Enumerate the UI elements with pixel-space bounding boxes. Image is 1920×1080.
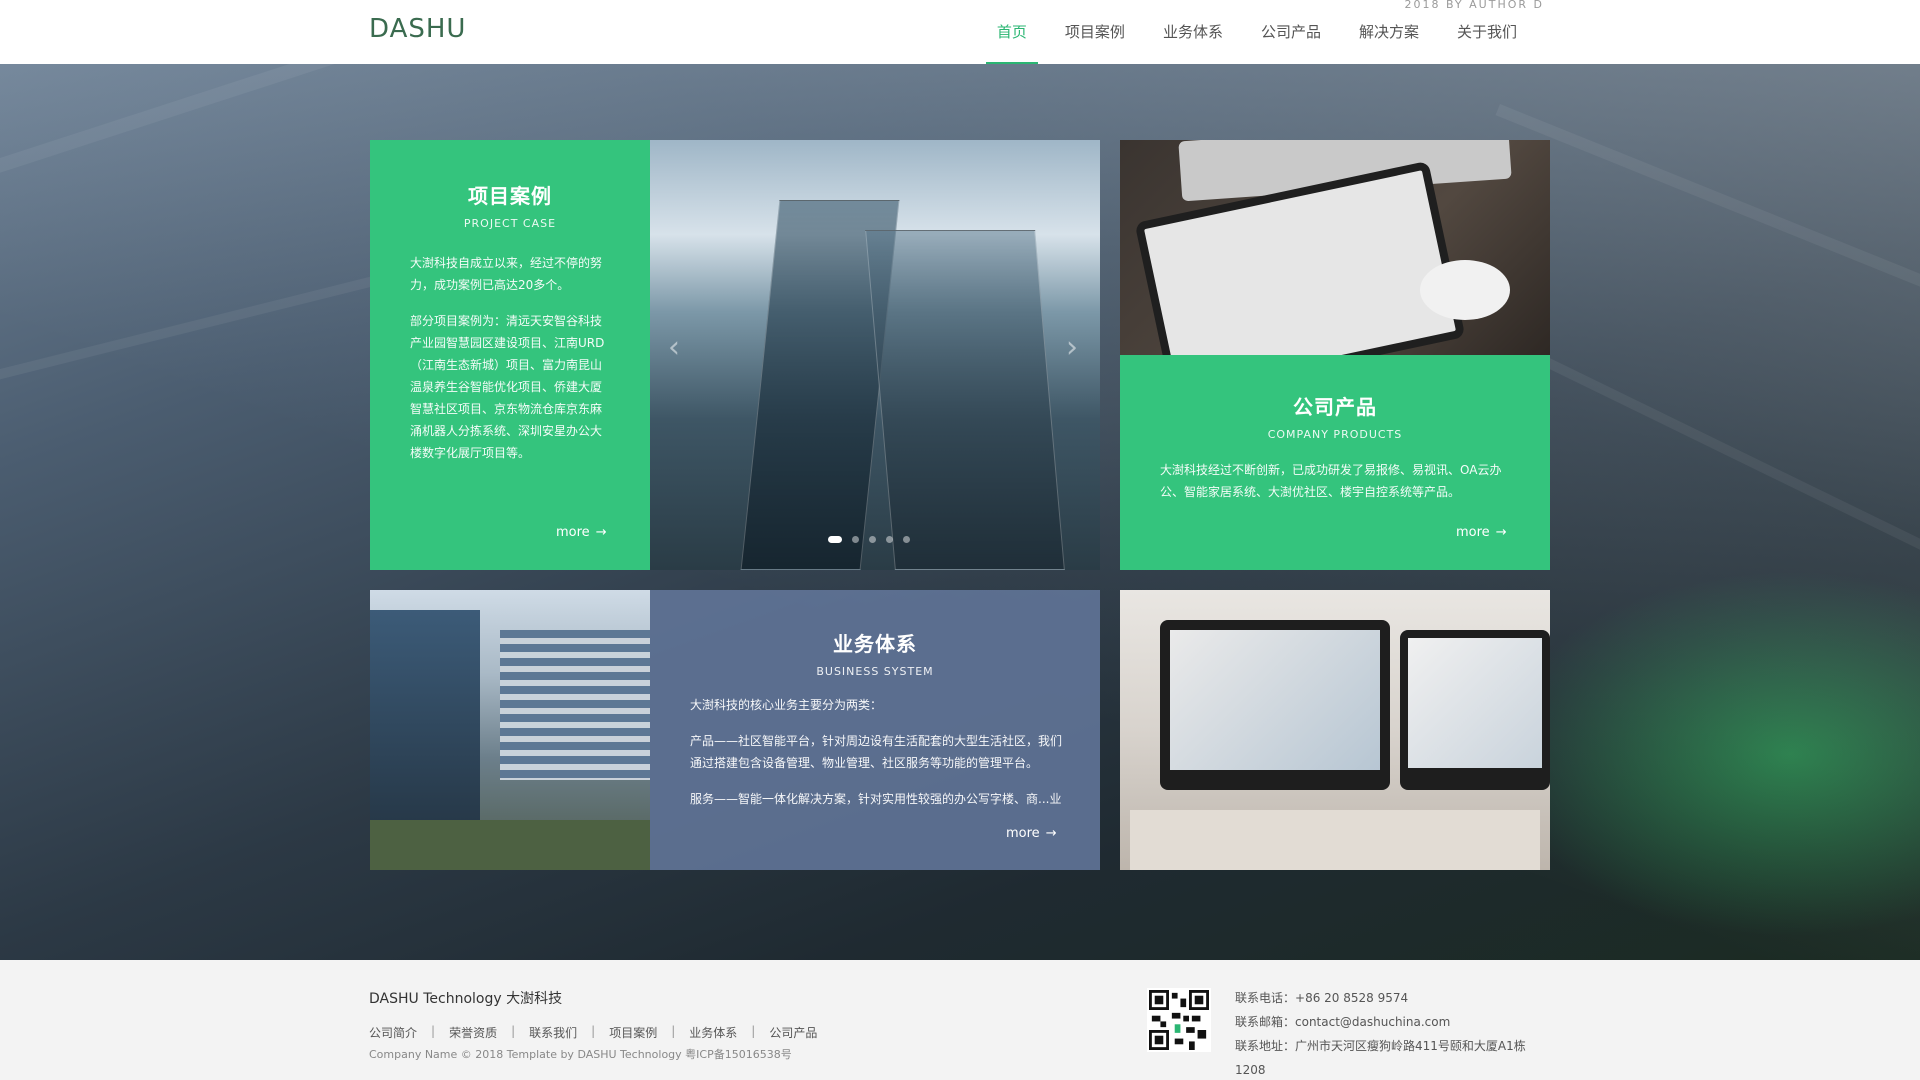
footer-brand: DASHU Technology 大澍科技: [369, 991, 563, 1007]
footer-copyright: Company Name © 2018 Template by DASHU Te…: [369, 1048, 792, 1061]
desk-image: [1130, 810, 1540, 870]
slider-dot[interactable]: [903, 536, 910, 543]
business-system-intro: 大澍科技的核心业务主要分为两类：: [690, 698, 883, 712]
slider-building-image: [865, 230, 1065, 570]
nav-item-home[interactable]: 首页: [978, 0, 1046, 64]
company-products-title: 公司产品: [1293, 395, 1377, 419]
qr-code-icon: [1147, 988, 1211, 1052]
mouse-image: [1420, 260, 1510, 320]
hero-background: 项目案例 PROJECT CASE 大澍科技自成立以来，经过不停的努力，成功案例…: [0, 64, 1920, 960]
footer-separator: |: [671, 1024, 676, 1038]
nav-item-solutions[interactable]: 解决方案: [1340, 0, 1438, 64]
company-products-more-link[interactable]: more →: [1456, 525, 1507, 540]
company-products-card: 公司产品 COMPANY PRODUCTS 大澍科技经过不断创新，已成功研发了易…: [1120, 355, 1550, 570]
more-label: more: [556, 525, 590, 540]
logo[interactable]: DASHU: [369, 14, 466, 44]
contact-address: 联系地址：广州市天河区瘦狗岭路411号颐和大厦A1栋1208: [1235, 1034, 1544, 1080]
slider-dots: [828, 536, 910, 543]
slider-dot[interactable]: [886, 536, 893, 543]
footer-link-project-case[interactable]: 项目案例: [609, 1024, 657, 1041]
business-system-service: 服务——智能一体化解决方案，针对实用性较强的办公写字楼、商...业: [690, 792, 1062, 806]
plaza-image: [370, 820, 650, 870]
slider-dot[interactable]: [828, 536, 842, 543]
nav-item-project-case[interactable]: 项目案例: [1046, 0, 1144, 64]
solutions-monitors-photo: [1120, 590, 1550, 870]
footer-separator: |: [591, 1024, 596, 1038]
footer-contact: 联系电话：+86 20 8528 9574 联系邮箱：contact@dashu…: [1235, 986, 1544, 1080]
project-case-intro: 大澍科技自成立以来，经过不停的努力，成功案例已高达20多个。: [410, 256, 603, 292]
project-case-more-link[interactable]: more →: [556, 525, 607, 540]
slider-dot[interactable]: [852, 536, 859, 543]
contact-phone-label: 联系电话：: [1235, 991, 1296, 1005]
contact-email-label: 联系邮箱：: [1235, 1015, 1296, 1029]
building-image: [500, 630, 650, 780]
footer-separator: |: [751, 1024, 756, 1038]
business-system-card: 业务体系 BUSINESS SYSTEM 大澍科技的核心业务主要分为两类： 产品…: [650, 590, 1100, 870]
footer-link-company-intro[interactable]: 公司简介: [369, 1024, 417, 1041]
main-nav: 首页 项目案例 业务体系 公司产品 解决方案 关于我们: [978, 0, 1536, 64]
product-tablet-photo: [1120, 140, 1550, 355]
chevron-right-icon[interactable]: ›: [1066, 330, 1078, 365]
business-offices-photo: [370, 590, 650, 870]
contact-phone-value[interactable]: +86 20 8528 9574: [1295, 991, 1408, 1005]
nav-item-about-us[interactable]: 关于我们: [1438, 0, 1536, 64]
project-case-subtitle: PROJECT CASE: [463, 217, 557, 230]
footer-link-company-products[interactable]: 公司产品: [769, 1024, 817, 1041]
monitor-image: [1400, 630, 1550, 790]
contact-address-label: 联系地址：: [1235, 1039, 1296, 1053]
contact-email-value[interactable]: contact@dashuchina.com: [1295, 1015, 1450, 1029]
contact-email: 联系邮箱：contact@dashuchina.com: [1235, 1010, 1544, 1034]
arrow-right-icon: →: [1045, 826, 1057, 841]
footer-link-business-system[interactable]: 业务体系: [689, 1024, 737, 1041]
business-system-title: 业务体系: [833, 632, 917, 656]
business-system-more-link[interactable]: more →: [1006, 826, 1057, 841]
contact-phone: 联系电话：+86 20 8528 9574: [1235, 986, 1544, 1010]
company-products-subtitle: COMPANY PRODUCTS: [1267, 428, 1403, 441]
footer-separator: |: [431, 1024, 436, 1038]
project-case-title: 项目案例: [468, 184, 552, 208]
footer-inner: DASHU Technology 大澍科技 公司简介 | 荣誉资质 | 联系我们…: [369, 960, 1544, 1080]
arrow-right-icon: →: [595, 525, 607, 540]
qr-code-graphic: [1149, 990, 1209, 1050]
business-system-product: 产品——社区智能平台，针对周边设有生活配套的大型生活社区，我们通过搭建包含设备管…: [690, 734, 1063, 770]
header: DASHU 2018 BY AUTHOR D 首页 项目案例 业务体系 公司产品…: [0, 0, 1920, 64]
header-inner: DASHU 2018 BY AUTHOR D 首页 项目案例 业务体系 公司产品…: [369, 0, 1544, 64]
nav-item-company-products[interactable]: 公司产品: [1242, 0, 1340, 64]
company-products-desc: 大澍科技经过不断创新，已成功研发了易报修、易视讯、OA云办公、智能家居系统、大澍…: [1160, 463, 1502, 499]
chevron-left-icon[interactable]: ‹: [668, 330, 680, 365]
project-slider[interactable]: ‹ ›: [650, 140, 1100, 570]
footer-links: 公司简介 | 荣誉资质 | 联系我们 | 项目案例 | 业务体系 | 公司产品: [369, 1024, 817, 1041]
footer: DASHU Technology 大澍科技 公司简介 | 荣誉资质 | 联系我们…: [0, 960, 1920, 1080]
slider-dot[interactable]: [869, 536, 876, 543]
footer-link-honors[interactable]: 荣誉资质: [449, 1024, 497, 1041]
arrow-right-icon: →: [1495, 525, 1507, 540]
business-system-subtitle: BUSINESS SYSTEM: [816, 665, 934, 678]
footer-link-contact[interactable]: 联系我们: [529, 1024, 577, 1041]
more-label: more: [1456, 525, 1490, 540]
project-case-list: 部分项目案例为：清远天安智谷科技产业园智慧园区建设项目、江南URD（江南生态新城…: [410, 314, 605, 460]
more-label: more: [1006, 826, 1040, 841]
project-case-card: 项目案例 PROJECT CASE 大澍科技自成立以来，经过不停的努力，成功案例…: [370, 140, 650, 570]
footer-separator: |: [511, 1024, 516, 1038]
nav-item-business-system[interactable]: 业务体系: [1144, 0, 1242, 64]
monitor-image: [1160, 620, 1390, 790]
